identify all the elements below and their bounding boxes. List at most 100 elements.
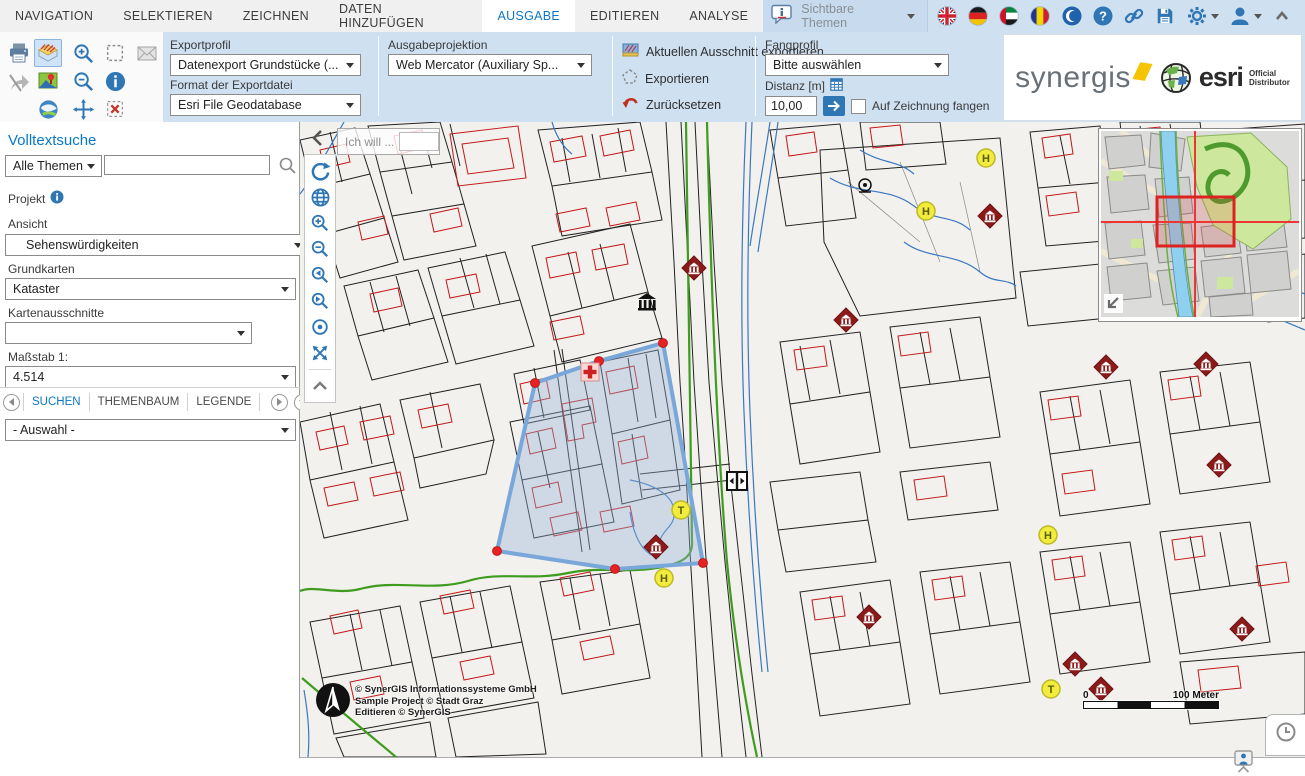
tab-suchen[interactable]: SUCHEN xyxy=(23,393,89,411)
scale-label: Maßstab 1: xyxy=(8,350,68,364)
sidebar: Volltextsuche Alle Themen Projekt Ansich… xyxy=(0,122,300,776)
tab-legende[interactable]: LEGENDE xyxy=(187,393,259,411)
clear-selection-icon[interactable] xyxy=(102,96,128,122)
distance-input[interactable] xyxy=(765,96,817,116)
export-profile-select[interactable]: Datenexport Grundstücke (... xyxy=(170,54,361,76)
map-viewport[interactable]: H H H H T T Ich will ... xyxy=(300,122,1305,758)
tabs-scroll-right-button[interactable] xyxy=(271,394,288,411)
snap-profile-select[interactable]: Bitte auswählen xyxy=(765,54,949,76)
visible-themes-dropdown[interactable]: Sichtbare Themen xyxy=(763,0,928,32)
map-extracts-label: Kartenausschnitte xyxy=(8,306,104,320)
menu-analyse[interactable]: ANALYSE xyxy=(674,0,763,32)
expand-extent-button[interactable] xyxy=(306,340,334,366)
tab-themenbaum[interactable]: THEMENBAUM xyxy=(89,393,188,411)
zoom-out-button[interactable] xyxy=(306,236,334,262)
time-slider-tab[interactable] xyxy=(1265,714,1305,756)
menu-editieren[interactable]: EDITIEREN xyxy=(575,0,674,32)
export-selection-polygon[interactable] xyxy=(493,339,708,574)
poi-diamond-icon xyxy=(1194,352,1218,376)
project-label: Projekt xyxy=(8,192,45,206)
fulltext-theme-select[interactable]: Alle Themen xyxy=(5,155,102,177)
partner-logos: synergis esri OfficialDistributor xyxy=(1003,34,1302,121)
fulltext-search-input[interactable] xyxy=(104,155,270,175)
project-info-icon[interactable] xyxy=(50,190,64,207)
tab-themen-clipped[interactable]: THEM xyxy=(259,393,268,411)
search-selection-select[interactable]: - Auswahl - xyxy=(5,419,296,441)
zoom-out-tool-icon[interactable] xyxy=(70,68,96,94)
menu-ausgabe[interactable]: AUSGABE xyxy=(482,0,575,32)
export-format-label: Format der Exportdatei xyxy=(170,78,362,92)
overview-collapse-icon[interactable] xyxy=(1104,294,1123,313)
snap-to-drawing-checkbox[interactable] xyxy=(851,99,866,114)
status-footer xyxy=(0,758,1305,776)
previous-extent-button[interactable] xyxy=(306,262,334,288)
ich-will-input[interactable] xyxy=(399,132,439,151)
mail-results-icon-disabled[interactable] xyxy=(134,40,160,66)
pan-tool-icon[interactable] xyxy=(70,96,96,122)
toolbar-collapse-up-button[interactable] xyxy=(306,373,334,399)
overview-map[interactable] xyxy=(1098,128,1302,322)
earth-globe-icon[interactable] xyxy=(35,96,61,122)
application-window: NAVIGATION SELEKTIEREN ZEICHNEN DATEN HI… xyxy=(0,0,1305,776)
search-icon[interactable] xyxy=(277,155,297,180)
presentation-mode-icon[interactable] xyxy=(1233,750,1254,776)
export-extent-icon xyxy=(622,42,639,61)
menu-navigation[interactable]: NAVIGATION xyxy=(0,0,108,32)
projection-label: Ausgabeprojektion xyxy=(388,38,598,52)
projection-select[interactable]: Web Mercator (Auxiliary Sp... xyxy=(388,54,592,76)
language-english-flag-icon[interactable] xyxy=(934,0,959,32)
locate-button[interactable] xyxy=(306,314,334,340)
zoom-in-button[interactable] xyxy=(306,210,334,236)
map-export-tool-icon[interactable] xyxy=(35,68,61,94)
ich-will-quick-search[interactable]: Ich will ... xyxy=(337,128,440,155)
esri-globe-icon xyxy=(1159,61,1193,95)
user-menu[interactable] xyxy=(1227,0,1264,32)
poi-diamond-icon xyxy=(1230,617,1254,641)
map-tools-collapse-button[interactable] xyxy=(308,128,328,148)
grid-calc-icon[interactable] xyxy=(830,78,843,94)
pharmacy-cross-symbol xyxy=(581,363,599,381)
map-extracts-select[interactable] xyxy=(5,322,252,344)
refresh-map-button[interactable] xyxy=(306,158,334,184)
forward-results-icon-disabled[interactable] xyxy=(6,70,32,96)
menu-selektieren[interactable]: SELEKTIEREN xyxy=(108,0,227,32)
bus-stop-symbol: H xyxy=(655,569,673,587)
info-tool-icon[interactable] xyxy=(102,68,128,94)
view-select[interactable]: Sehenswürdigkeiten xyxy=(5,234,309,256)
esri-logo: esri OfficialDistributor xyxy=(1159,61,1290,95)
north-arrow xyxy=(315,682,351,718)
language-german-flag-icon[interactable] xyxy=(965,0,990,32)
help-icon[interactable]: ? xyxy=(1090,0,1115,32)
save-icon[interactable] xyxy=(1153,0,1178,32)
zoom-in-tool-icon[interactable] xyxy=(70,40,96,66)
overview-extent-rectangle[interactable] xyxy=(1157,197,1234,246)
select-rectangle-icon[interactable] xyxy=(102,40,128,66)
menu-zeichnen[interactable]: ZEICHNEN xyxy=(228,0,324,32)
settings-menu[interactable] xyxy=(1184,0,1221,32)
export-format-select[interactable]: Esri File Geodatabase xyxy=(170,94,361,116)
apply-distance-button[interactable] xyxy=(823,96,845,116)
clock-icon xyxy=(1275,721,1297,743)
data-export-tool-selected[interactable] xyxy=(34,39,62,67)
synergis-logo-mark xyxy=(1132,62,1152,81)
language-arabic-flag-icon[interactable] xyxy=(996,0,1021,32)
link-icon[interactable] xyxy=(1121,0,1146,32)
tabs-scroll-left-button[interactable] xyxy=(3,394,20,411)
menu-daten-hinzufuegen[interactable]: DATEN HINZUFÜGEN xyxy=(324,0,482,32)
svg-text:H: H xyxy=(922,206,930,218)
basemap-select[interactable]: Kataster xyxy=(5,278,296,300)
collapse-toolbar-button[interactable] xyxy=(1270,0,1295,32)
poi-diamond-icon xyxy=(978,204,1002,228)
language-crescent-flag-icon[interactable] xyxy=(1059,0,1084,32)
bus-stop-symbol: H xyxy=(977,149,995,167)
scale-select[interactable]: 4.514 xyxy=(5,366,296,388)
full-extent-globe-button[interactable] xyxy=(306,184,334,210)
language-romanian-flag-icon[interactable] xyxy=(1028,0,1053,32)
print-icon[interactable] xyxy=(6,40,32,66)
synergis-logo: synergis xyxy=(1015,61,1131,95)
next-extent-button[interactable] xyxy=(306,288,334,314)
poi-diamond-icon xyxy=(834,308,858,332)
export-profile-group: Exportprofil Datenexport Grundstücke (..… xyxy=(170,36,362,116)
view-label: Ansicht xyxy=(8,217,47,231)
snap-group: Fangprofil Bitte auswählen Distanz [m] A… xyxy=(765,36,1000,116)
